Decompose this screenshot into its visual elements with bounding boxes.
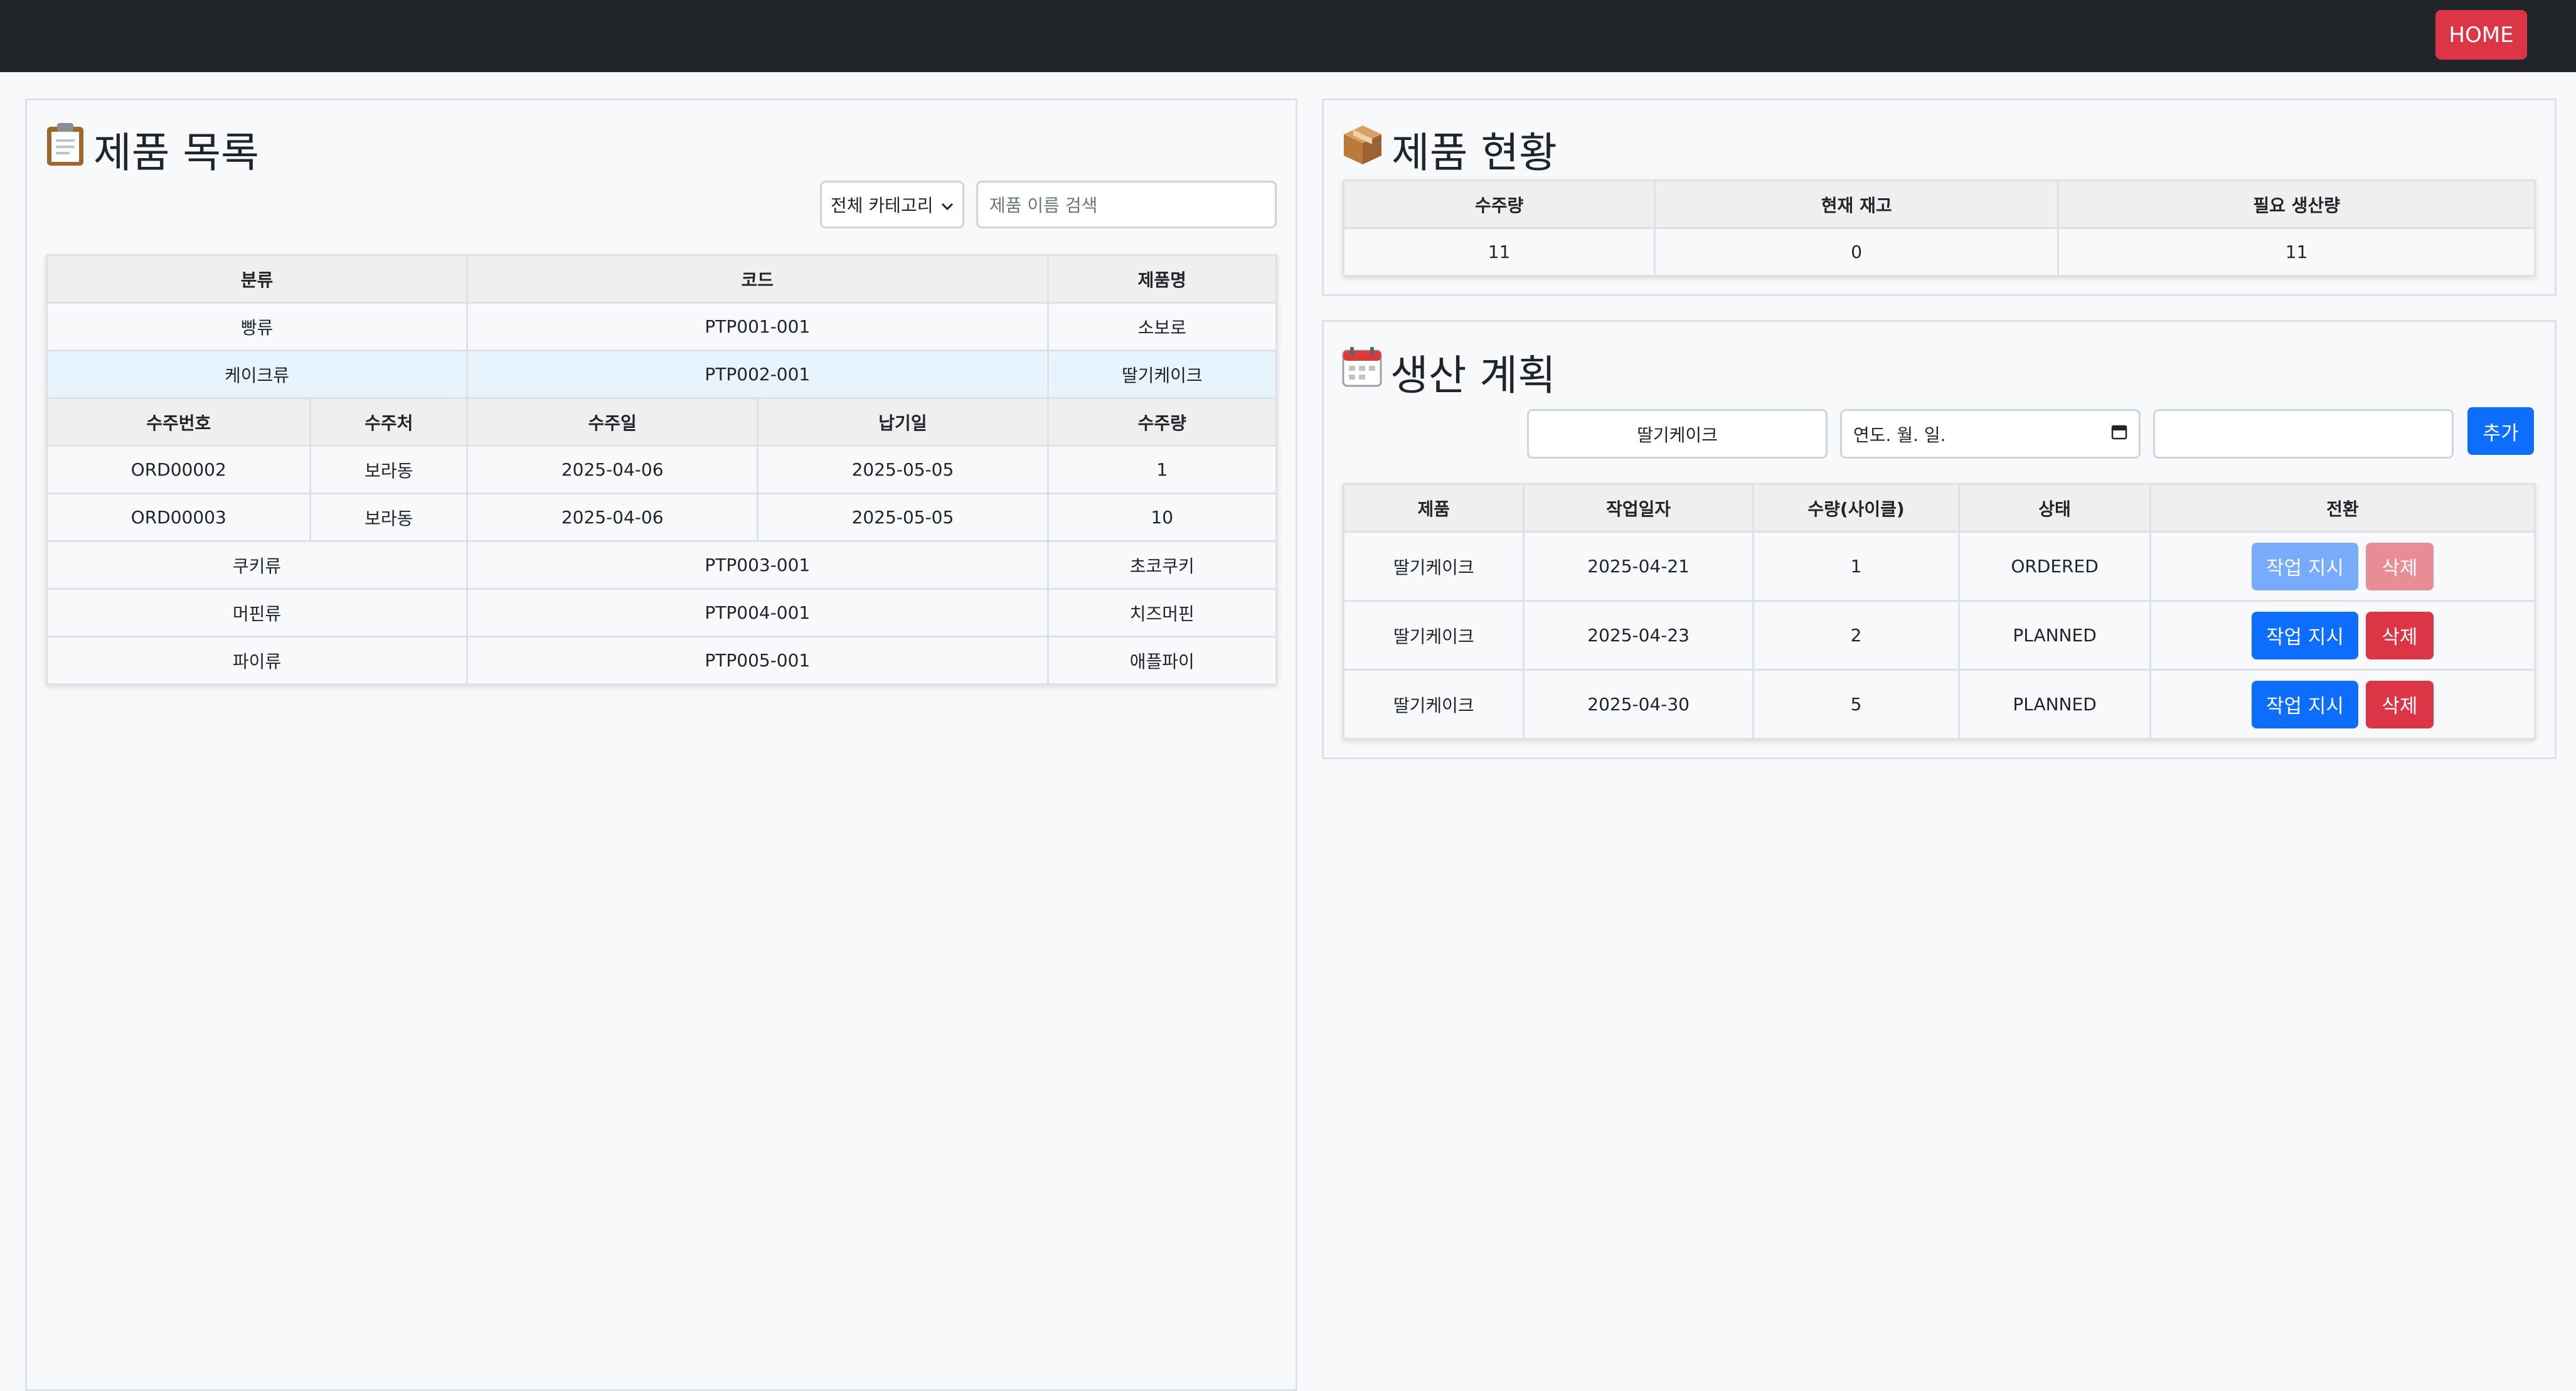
delete-button[interactable]: 삭제 xyxy=(2365,611,2434,659)
product-list-title: 제품 목록 xyxy=(45,118,259,181)
add-plan-button[interactable]: 추가 xyxy=(2467,407,2534,455)
order-row: ORD00002 보라동 2025-04-06 2025-05-05 1 xyxy=(45,445,1278,494)
product-status-table: 수주량 현재 재고 필요 생산량 11 0 11 xyxy=(1342,179,2536,277)
production-plan-table: 제품 작업일자 수량(사이클) 상태 전환 딸기케이크 2025-04-21 1… xyxy=(1342,483,2536,740)
category-select[interactable]: 전체 카테고리 xyxy=(820,181,964,228)
calendar-picker-icon[interactable] xyxy=(2111,424,2127,444)
product-table: 분류 코드 제품명 빵류 PTP001-001 소보로 케이크류 PTP002-… xyxy=(45,254,1278,685)
product-list-panel: 제품 목록 전체 카테고리 제품 이름 검색 분류 코드 제품명 빵류 PTP0… xyxy=(25,99,1297,1391)
work-instruct-button[interactable]: 작업 지시 xyxy=(2251,542,2358,590)
calendar-icon xyxy=(1341,346,1383,398)
production-plan-panel: 생산 계획 딸기케이크 연도. 월. 일. 추가 제품 작업일자 수량(사이클)… xyxy=(1322,320,2557,759)
work-instruct-button[interactable]: 작업 지시 xyxy=(2251,611,2358,659)
work-instruct-button[interactable]: 작업 지시 xyxy=(2251,680,2358,728)
status-badge: ORDERED xyxy=(1958,531,2151,602)
product-row[interactable]: 파이류 PTP005-001 애플파이 xyxy=(45,636,1278,685)
product-row[interactable]: 빵류 PTP001-001 소보로 xyxy=(45,302,1278,351)
clipboard-icon xyxy=(45,122,86,177)
product-row-selected[interactable]: 케이크류 PTP002-001 딸기케이크 xyxy=(45,349,1278,399)
status-badge: PLANNED xyxy=(1958,600,2151,671)
home-button[interactable]: HOME xyxy=(2435,10,2527,60)
plan-row: 딸기케이크 2025-04-23 2 PLANNED 작업 지시 삭제 xyxy=(1342,600,2536,671)
plan-date-input[interactable]: 연도. 월. 일. xyxy=(1840,409,2141,459)
header-category: 분류 xyxy=(45,254,469,304)
chevron-down-icon xyxy=(941,195,954,215)
status-badge: PLANNED xyxy=(1958,669,2151,740)
plan-row: 딸기케이크 2025-04-30 5 PLANNED 작업 지시 삭제 xyxy=(1342,669,2536,740)
product-status-panel: 제품 현황 수주량 현재 재고 필요 생산량 11 0 11 xyxy=(1322,99,2557,296)
product-row[interactable]: 머핀류 PTP004-001 치즈머핀 xyxy=(45,588,1278,637)
package-icon xyxy=(1341,123,1384,176)
header-product-name: 제품명 xyxy=(1046,254,1278,304)
required-production-value: 11 xyxy=(2057,227,2536,277)
production-plan-title: 생산 계획 xyxy=(1341,341,1556,403)
plan-row: 딸기케이크 2025-04-21 1 ORDERED 작업 지시 삭제 xyxy=(1342,531,2536,602)
product-status-title: 제품 현황 xyxy=(1341,118,1557,181)
plan-qty-input[interactable] xyxy=(2153,409,2454,459)
top-navbar: HOME xyxy=(0,0,2576,72)
delete-button[interactable]: 삭제 xyxy=(2365,680,2434,728)
plan-product-input[interactable]: 딸기케이크 xyxy=(1527,409,1828,459)
header-code: 코드 xyxy=(466,254,1049,304)
delete-button[interactable]: 삭제 xyxy=(2365,542,2434,590)
product-row[interactable]: 쿠키류 PTP003-001 초코쿠키 xyxy=(45,540,1278,590)
order-header-row: 수주번호 수주처 수주일 납기일 수주량 xyxy=(45,397,1278,447)
product-search-input[interactable]: 제품 이름 검색 xyxy=(976,181,1277,228)
order-qty-value: 11 xyxy=(1342,227,1656,277)
order-row: ORD00003 보라동 2025-04-06 2025-05-05 10 xyxy=(45,493,1278,542)
current-stock-value: 0 xyxy=(1654,227,2060,277)
